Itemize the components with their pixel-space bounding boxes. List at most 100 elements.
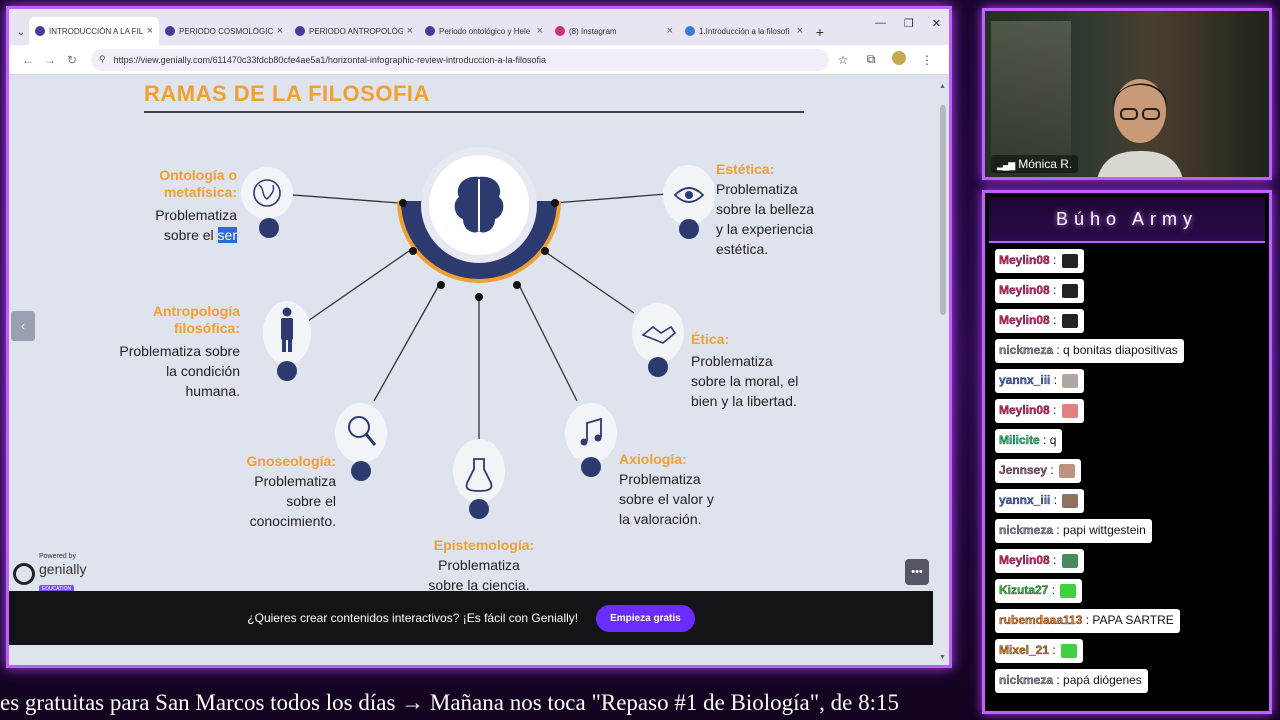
chat-username[interactable]: yannx_iii bbox=[999, 373, 1051, 387]
reload-icon[interactable]: ↻ bbox=[61, 53, 83, 67]
ontologia-text-line1: Problematiza bbox=[155, 207, 237, 223]
antropologia-title: Antropología filosófica: bbox=[129, 303, 240, 337]
chat-bubble: Jennsey : bbox=[995, 459, 1082, 483]
close-window-icon[interactable]: ✕ bbox=[932, 17, 941, 30]
more-options-button[interactable]: ••• bbox=[905, 559, 929, 585]
genially-favicon-icon bbox=[295, 26, 305, 36]
chat-username[interactable]: Meylin08 bbox=[999, 553, 1050, 567]
chat-separator: : bbox=[1049, 403, 1060, 417]
chat-bubble: Meylin08 : bbox=[995, 549, 1084, 573]
estetica-text: Problematiza sobre la belleza y la exper… bbox=[716, 179, 836, 259]
profile-avatar[interactable] bbox=[885, 51, 913, 68]
chat-message: Mixel_21 : bbox=[995, 639, 1265, 669]
page-scrollbar[interactable]: ▲ ▼ bbox=[939, 83, 947, 661]
chat-username[interactable]: nickmeza bbox=[999, 523, 1053, 537]
page-favicon-icon bbox=[685, 26, 695, 36]
close-icon[interactable]: × bbox=[537, 25, 543, 37]
axiologia-text-line2: sobre el valor y bbox=[619, 491, 714, 507]
webcam-feed: ▂▄▆ Mónica R. bbox=[982, 8, 1272, 180]
chat-text: q bonitas diapositivas bbox=[1063, 343, 1178, 357]
genially-slide: RAMAS DE LA FILOSOFIA Ontología o metafí… bbox=[9, 75, 949, 665]
etica-text-line2: sobre la moral, el bbox=[691, 373, 799, 389]
chat-bubble: Meylin08 : bbox=[995, 399, 1084, 423]
chat-username[interactable]: Mixel_21 bbox=[999, 643, 1049, 657]
extensions-icon[interactable]: ⧉ bbox=[857, 52, 885, 67]
chat-separator: : bbox=[1082, 613, 1093, 627]
genially-logo[interactable]: Powered by genially EDUCATION bbox=[13, 553, 86, 595]
tab-title: 1.Introducción a la filosofi bbox=[699, 26, 790, 36]
menu-kebab-icon[interactable]: ⋮ bbox=[913, 53, 941, 67]
chat-message: yannx_iii : bbox=[995, 369, 1265, 399]
forward-icon[interactable]: → bbox=[39, 53, 61, 67]
antropologia-text-line3: humana. bbox=[185, 383, 240, 399]
estetica-text-line2: sobre la belleza bbox=[716, 201, 815, 217]
chat-panel: Búho Army Meylin08 : Meylin08 : Meylin08… bbox=[982, 190, 1272, 714]
close-icon[interactable]: × bbox=[277, 25, 283, 37]
chat-username[interactable]: Milicite bbox=[999, 433, 1040, 447]
bookmark-star-icon[interactable]: ☆ bbox=[829, 53, 857, 67]
tab-search-chevron-icon[interactable]: ⌄ bbox=[13, 19, 29, 45]
scroll-up-icon[interactable]: ▲ bbox=[939, 83, 946, 90]
magnifier-icon bbox=[335, 403, 387, 481]
url-field[interactable]: ⚲ https://view.genially.com/611470c33fdc… bbox=[91, 48, 829, 71]
tab-title: Periodo ontológico y Hele bbox=[439, 26, 531, 36]
chat-bubble: rubemdaaa113 : PAPA SARTRE bbox=[995, 609, 1180, 633]
chat-message: rubemdaaa113 : PAPA SARTRE bbox=[995, 609, 1265, 639]
url-text: https://view.genially.com/611470c33fdcb8… bbox=[113, 54, 547, 65]
chat-username[interactable]: nickmeza bbox=[999, 343, 1053, 357]
site-info-icon[interactable]: ⚲ bbox=[99, 54, 106, 65]
maximize-icon[interactable]: ❐ bbox=[904, 17, 914, 30]
scroll-down-icon[interactable]: ▼ bbox=[939, 654, 946, 661]
ontologia-title-line1: Ontología o bbox=[159, 167, 237, 183]
minimize-icon[interactable]: — bbox=[875, 17, 886, 30]
chat-bubble: Meylin08 : bbox=[995, 279, 1084, 303]
handshake-icon bbox=[632, 303, 684, 377]
streamer-video bbox=[1097, 79, 1183, 177]
chat-separator: : bbox=[1039, 433, 1050, 447]
tab-periodo-cosmologico[interactable]: PERIODO COSMOLÓGICO × bbox=[159, 17, 289, 45]
close-icon[interactable]: × bbox=[147, 25, 153, 37]
emote-icon bbox=[1061, 553, 1078, 568]
chat-username[interactable]: rubemdaaa113 bbox=[999, 613, 1083, 627]
chat-separator: : bbox=[1049, 313, 1060, 327]
tab-introduccion-filosofia[interactable]: 1.Introducción a la filosofi × bbox=[679, 17, 809, 45]
chat-text: PAPA SARTRE bbox=[1092, 613, 1174, 627]
chat-message: Meylin08 : bbox=[995, 309, 1265, 339]
chat-username[interactable]: nickmeza bbox=[999, 673, 1053, 687]
etica-text: Problematiza sobre la moral, el bien y l… bbox=[691, 351, 821, 411]
genially-favicon-icon bbox=[165, 26, 175, 36]
ontologia-title: Ontología o metafísica: bbox=[149, 167, 237, 201]
chat-username[interactable]: Kizuta27 bbox=[999, 583, 1049, 597]
tab-instagram[interactable]: (8) Instagram × bbox=[549, 17, 679, 45]
etica-text-line1: Problematiza bbox=[691, 353, 773, 369]
chat-username[interactable]: Meylin08 bbox=[999, 313, 1050, 327]
empieza-gratis-button[interactable]: Empieza gratis bbox=[596, 604, 695, 632]
close-icon[interactable]: × bbox=[667, 25, 673, 37]
previous-slide-button[interactable]: ‹ bbox=[11, 311, 35, 341]
axiologia-text-line1: Problematiza bbox=[619, 471, 701, 487]
chat-username[interactable]: Meylin08 bbox=[999, 283, 1050, 297]
chat-username[interactable]: Jennsey bbox=[999, 463, 1047, 477]
chat-username[interactable]: Meylin08 bbox=[999, 403, 1050, 417]
tab-periodo-ontologico[interactable]: Periodo ontológico y Hele × bbox=[419, 17, 549, 45]
chat-bubble: yannx_iii : bbox=[995, 489, 1085, 513]
tab-title: PERIODO ANTROPOLÓGI bbox=[309, 26, 403, 36]
genially-logo-icon bbox=[13, 563, 35, 585]
chat-separator: : bbox=[1050, 493, 1061, 507]
chat-username[interactable]: Meylin08 bbox=[999, 253, 1050, 267]
chat-username[interactable]: yannx_iii bbox=[999, 493, 1051, 507]
scroll-thumb[interactable] bbox=[940, 105, 946, 315]
tab-introduccion[interactable]: INTRODUCCIÓN A LA FILO × bbox=[29, 17, 159, 45]
selected-text-highlight[interactable]: ser bbox=[217, 227, 237, 243]
chat-separator: : bbox=[1049, 553, 1060, 567]
chat-bubble: Milicite : q bbox=[995, 429, 1063, 453]
back-icon[interactable]: ← bbox=[17, 53, 39, 67]
close-icon[interactable]: × bbox=[797, 25, 803, 37]
emote-icon bbox=[1062, 493, 1079, 508]
tab-periodo-antropologico[interactable]: PERIODO ANTROPOLÓGI × bbox=[289, 17, 419, 45]
new-tab-button[interactable]: + bbox=[809, 19, 831, 45]
genially-favicon-icon bbox=[35, 26, 45, 36]
music-note-icon bbox=[565, 403, 617, 477]
chat-separator: : bbox=[1049, 283, 1060, 297]
close-icon[interactable]: × bbox=[407, 25, 413, 37]
